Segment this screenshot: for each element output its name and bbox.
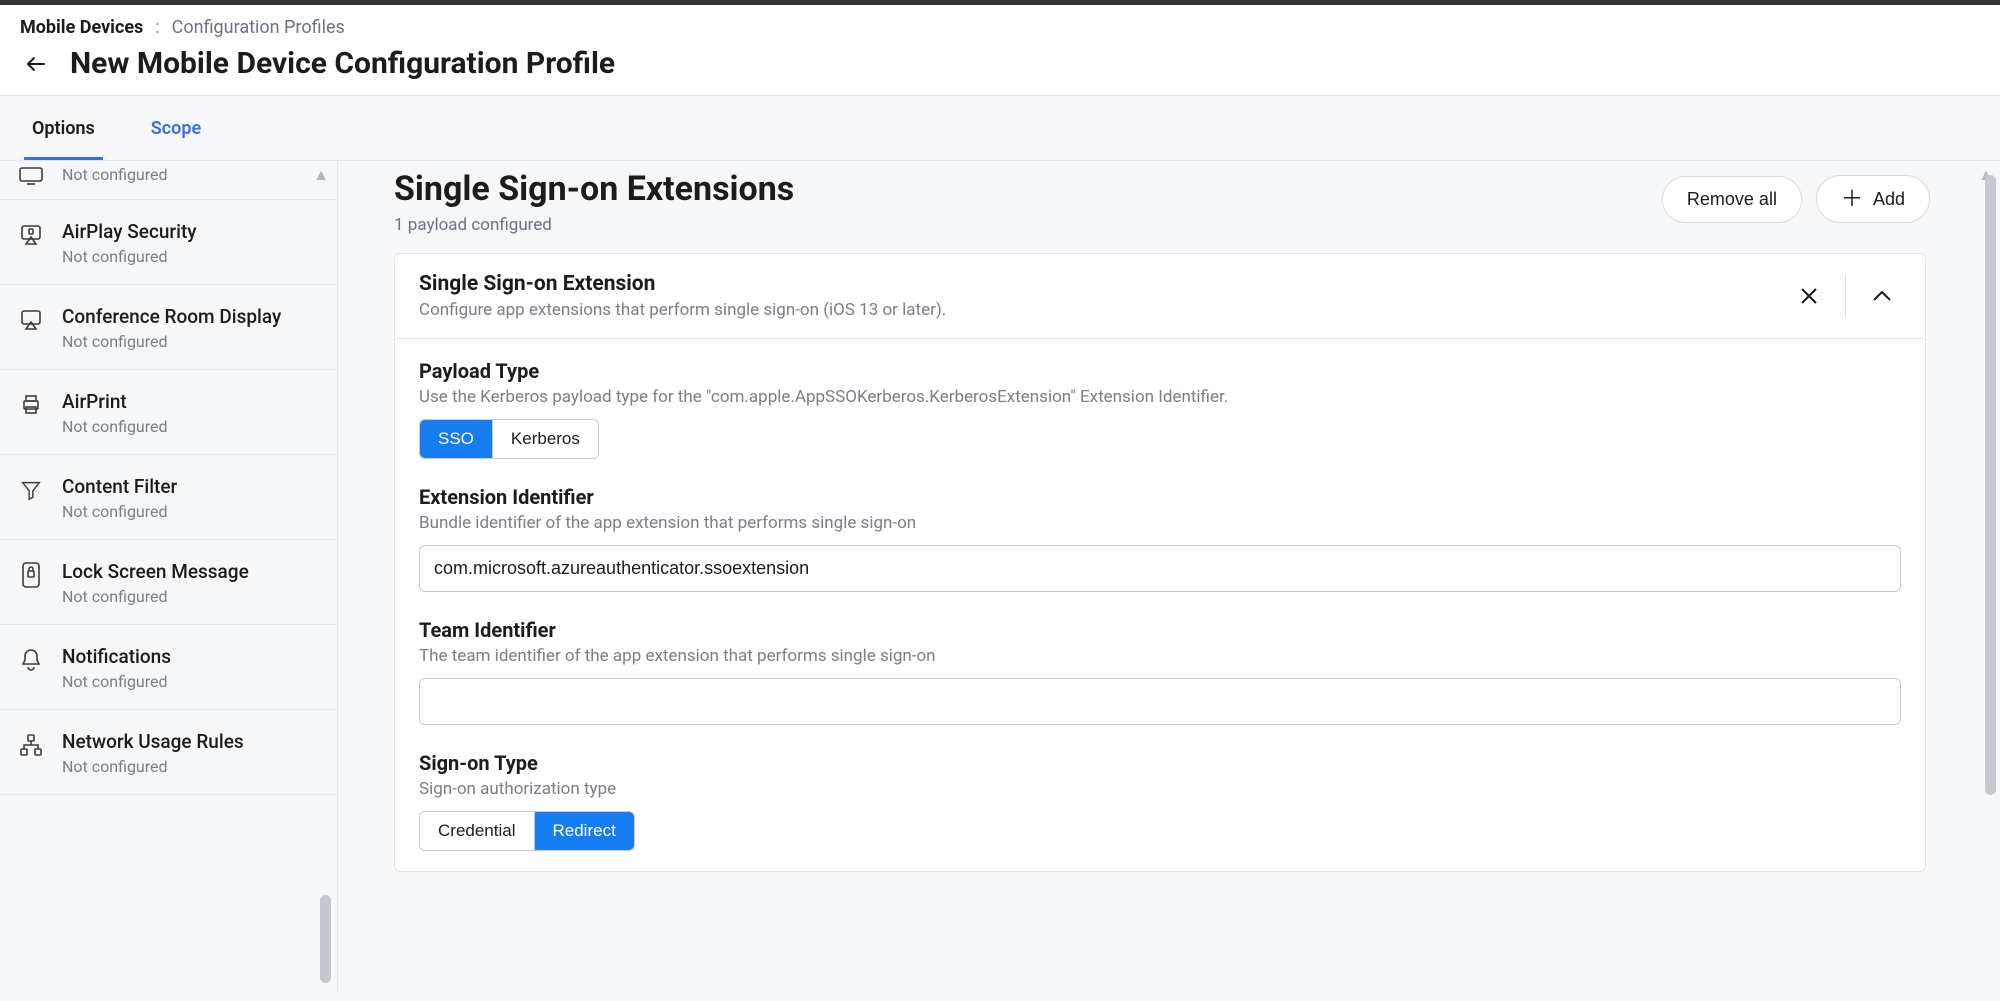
scroll-up-indicator: ▲ [313,165,329,185]
chevron-up-icon [1871,289,1893,303]
tab-options[interactable]: Options [24,96,103,160]
sidebar-item-status: Not configured [62,417,168,436]
device-icon [18,163,44,189]
back-button[interactable] [20,48,52,80]
extension-identifier-input[interactable] [419,545,1901,592]
sidebar-item-airprint[interactable]: AirPrint Not configured [0,370,337,455]
section-header: Single Sign-on Extensions 1 payload conf… [394,169,1970,235]
printer-icon [18,392,44,418]
field-title: Extension Identifier [419,485,1901,509]
airplay-security-icon [18,222,44,248]
breadcrumb-sub[interactable]: Configuration Profiles [172,17,345,38]
sidebar-item-status: Not configured [62,587,249,606]
payload-type-sso[interactable]: SSO [420,420,492,458]
section-subtitle: 1 payload configured [394,215,794,235]
remove-all-label: Remove all [1687,189,1777,210]
team-identifier-field: Team Identifier The team identifier of t… [419,618,1901,725]
close-card-button[interactable] [1781,274,1837,318]
header: Mobile Devices : Configuration Profiles … [0,5,2000,96]
title-row: New Mobile Device Configuration Profile [20,46,1980,95]
add-button[interactable]: ＋ Add [1816,175,1930,223]
sidebar-item-status: Not configured [62,502,177,521]
sidebar-item-status: Not configured [62,332,281,351]
collapse-card-button[interactable] [1845,274,1901,318]
sidebar-item-label: Lock Screen Message [62,560,249,583]
content-scrollbar-thumb[interactable] [1985,175,1996,795]
sidebar-item-label: Notifications [62,645,171,668]
breadcrumb: Mobile Devices : Configuration Profiles [20,17,1980,38]
section-title: Single Sign-on Extensions [394,169,794,209]
network-icon [18,732,44,758]
signon-type-redirect[interactable]: Redirect [534,812,634,850]
sidebar-item-status: Not configured [62,672,171,691]
card-header: Single Sign-on Extension Configure app e… [395,254,1925,339]
signon-type-segmented: Credential Redirect [419,811,635,851]
plus-icon: ＋ [1841,188,1863,210]
field-description: Bundle identifier of the app extension t… [419,513,1901,533]
remove-all-button[interactable]: Remove all [1662,176,1802,223]
sidebar-scrollbar-thumb[interactable] [320,895,331,983]
signon-type-field: Sign-on Type Sign-on authorization type … [419,751,1901,851]
page-title: New Mobile Device Configuration Profile [70,46,615,81]
field-title: Payload Type [419,359,1901,383]
sidebar-item-content-filter[interactable]: Content Filter Not configured [0,455,337,540]
sidebar-item-status: Not configured [62,757,244,776]
sidebar-item-label: Conference Room Display [62,305,281,328]
field-title: Team Identifier [419,618,1901,642]
payload-type-kerberos[interactable]: Kerberos [492,420,598,458]
sidebar-item-notifications[interactable]: Notifications Not configured [0,625,337,710]
arrow-left-icon [24,52,48,76]
field-description: Sign-on authorization type [419,779,1901,799]
card-title: Single Sign-on Extension [419,272,946,296]
bell-icon [18,647,44,673]
conference-room-icon [18,307,44,333]
add-label: Add [1873,189,1905,210]
team-identifier-input[interactable] [419,678,1901,725]
sidebar-item-status: Not configured [62,247,197,266]
sidebar-item-label: Network Usage Rules [62,730,244,753]
field-description: The team identifier of the app extension… [419,646,1901,666]
field-title: Sign-on Type [419,751,1901,775]
sidebar[interactable]: ▲ Not configured AirPlay Security Not co… [0,161,338,993]
signon-type-credential[interactable]: Credential [420,812,534,850]
close-icon [1799,286,1819,306]
sso-extension-card: Single Sign-on Extension Configure app e… [394,253,1926,872]
tab-scope[interactable]: Scope [143,96,209,160]
payload-type-field: Payload Type Use the Kerberos payload ty… [419,359,1901,459]
sidebar-item-conference-room-display[interactable]: Conference Room Display Not configured [0,285,337,370]
sidebar-item-label: AirPrint [62,390,168,413]
sidebar-item-network-usage-rules[interactable]: Network Usage Rules Not configured [0,710,337,795]
sidebar-item-peek[interactable]: Not configured [0,161,337,200]
filter-icon [18,477,44,503]
sidebar-item-label: AirPlay Security [62,220,197,243]
card-body: Payload Type Use the Kerberos payload ty… [395,339,1925,871]
sidebar-item-label: Content Filter [62,475,177,498]
sidebar-item-airplay-security[interactable]: AirPlay Security Not configured [0,200,337,285]
field-description: Use the Kerberos payload type for the "c… [419,387,1901,407]
sidebar-item-status: Not configured [62,165,168,184]
breadcrumb-separator: : [155,17,159,38]
tabs-bar: Options Scope [0,96,2000,161]
card-subtitle: Configure app extensions that perform si… [419,300,946,320]
payload-type-segmented: SSO Kerberos [419,419,599,459]
lock-screen-icon [18,562,44,588]
extension-identifier-field: Extension Identifier Bundle identifier o… [419,485,1901,592]
sidebar-item-lock-screen-message[interactable]: Lock Screen Message Not configured [0,540,337,625]
breadcrumb-main[interactable]: Mobile Devices [20,17,143,38]
content-area: ▲ Single Sign-on Extensions 1 payload co… [338,161,2000,993]
